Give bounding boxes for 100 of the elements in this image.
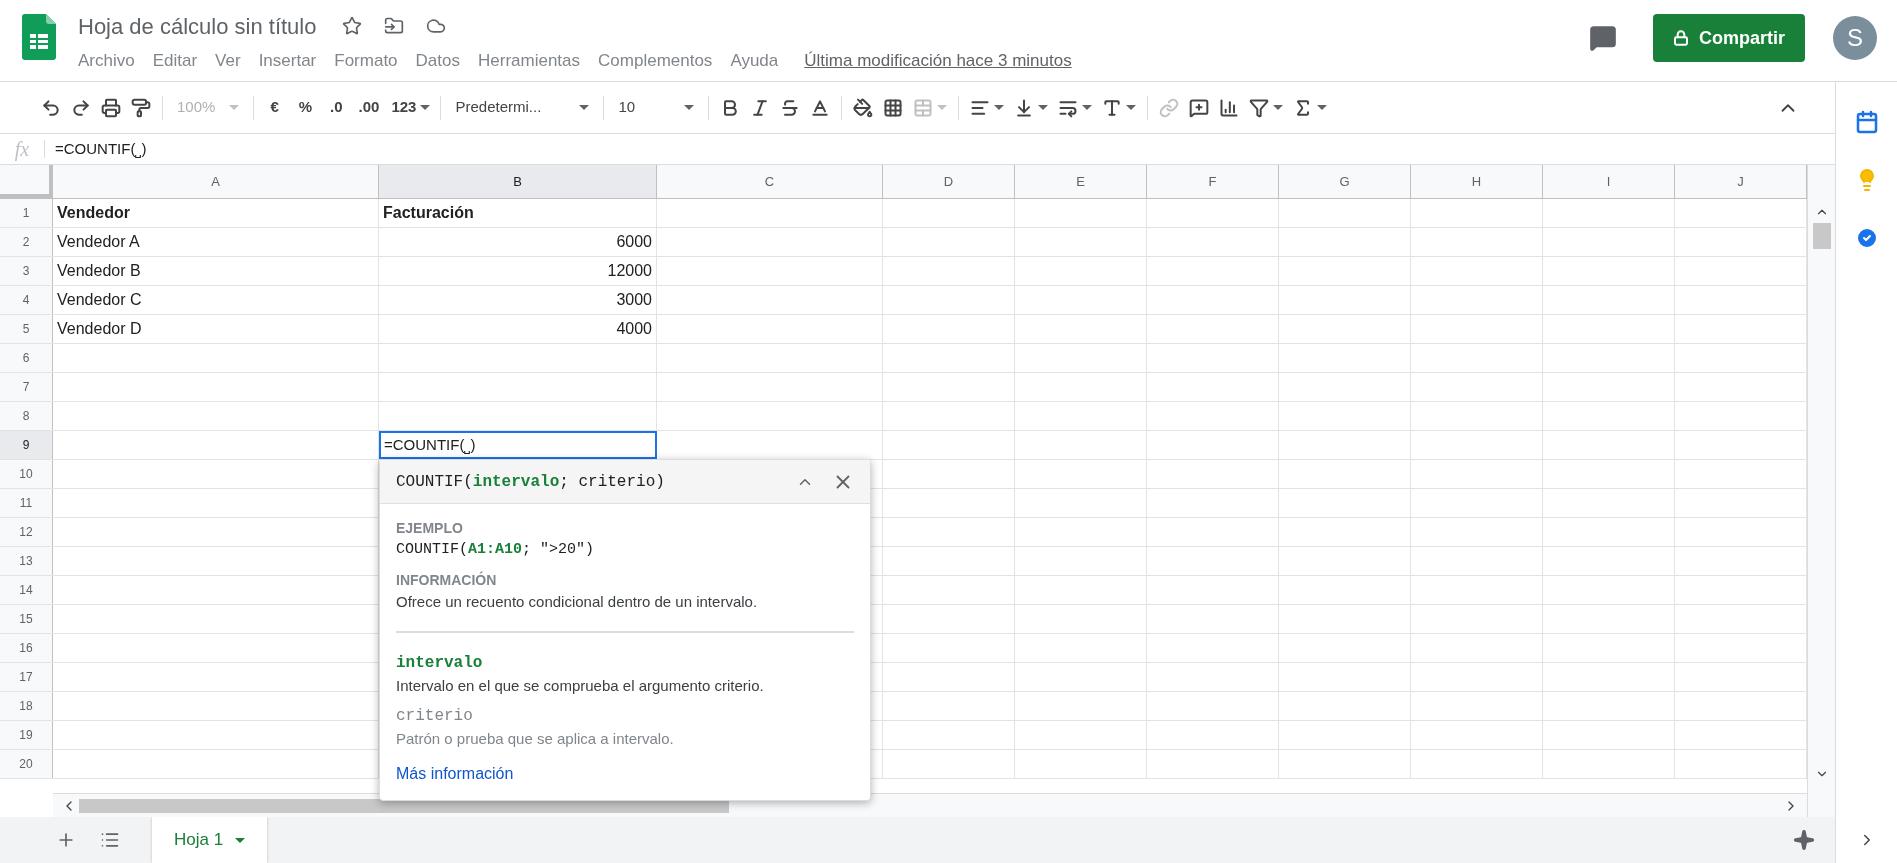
all-sheets-icon[interactable]: [100, 830, 120, 850]
sheet-tab[interactable]: Hoja 1: [152, 817, 268, 863]
star-icon[interactable]: [342, 16, 363, 36]
caret-icon[interactable]: [1082, 105, 1093, 110]
row-header[interactable]: 4: [0, 286, 53, 314]
document-title[interactable]: Hoja de cálculo sin título: [78, 9, 317, 43]
example-formula: COUNTIF(A1:A10; ">20"): [396, 540, 596, 560]
undo-icon[interactable]: [41, 97, 61, 118]
font-size-dropdown[interactable]: 10: [610, 96, 703, 119]
decrease-decimals-button[interactable]: .0: [322, 96, 351, 119]
row-header[interactable]: 13: [0, 547, 53, 575]
chart-icon[interactable]: [1219, 97, 1240, 118]
text-color-icon[interactable]: [810, 97, 831, 118]
cell-editor[interactable]: =COUNTIF(⎵): [379, 431, 657, 459]
column-header[interactable]: C: [657, 165, 883, 198]
row-header[interactable]: 3: [0, 257, 53, 285]
explore-icon[interactable]: [1793, 829, 1815, 851]
cloud-icon[interactable]: [426, 16, 447, 36]
user-avatar[interactable]: S: [1833, 16, 1877, 60]
row-header[interactable]: 6: [0, 344, 53, 372]
more-info-link[interactable]: Más información: [396, 762, 514, 786]
table-cell: 12000: [379, 257, 657, 285]
caret-icon[interactable]: [1038, 105, 1049, 110]
scrollbar-thumb[interactable]: [1812, 223, 1831, 249]
row-header[interactable]: 1: [0, 199, 53, 227]
paint-format-icon[interactable]: [131, 97, 151, 118]
vertical-scrollbar[interactable]: [1807, 165, 1835, 817]
number-format-dropdown[interactable]: 123: [387, 96, 435, 119]
fill-color-icon[interactable]: [853, 97, 874, 118]
column-header[interactable]: D: [883, 165, 1015, 198]
table-cell: Vendedor A: [53, 228, 379, 256]
column-header[interactable]: I: [1543, 165, 1675, 198]
table-cell: 6000: [379, 228, 657, 256]
function-signature: COUNTIF(intervalo; criterio): [396, 471, 665, 493]
row-header[interactable]: 17: [0, 663, 53, 691]
section-heading: EJEMPLO: [396, 519, 464, 538]
section-heading: INFORMACIÓN: [396, 570, 498, 590]
row-header[interactable]: 19: [0, 721, 53, 749]
lock-icon: [1673, 30, 1689, 46]
row-header[interactable]: 5: [0, 315, 53, 343]
row-header[interactable]: 14: [0, 576, 53, 604]
table-cell: Vendedor D: [53, 315, 379, 343]
caret-icon[interactable]: [994, 105, 1005, 110]
row-header[interactable]: 8: [0, 402, 53, 430]
row-header[interactable]: 11: [0, 489, 53, 517]
menu-item[interactable]: Editar: [152, 48, 198, 74]
column-header[interactable]: E: [1015, 165, 1147, 198]
caret-icon[interactable]: [235, 837, 246, 843]
caret-icon[interactable]: [1317, 105, 1328, 110]
calendar-icon[interactable]: [1854, 110, 1879, 134]
function-description: Ofrece un recuento condicional dentro de un intervalo.: [396, 591, 759, 612]
menu-item[interactable]: Ayuda: [730, 48, 779, 74]
menu-item[interactable]: Complementos: [598, 48, 713, 74]
menu-item[interactable]: Herramientas: [478, 48, 581, 74]
menu-item[interactable]: Ver: [215, 48, 241, 74]
argument-name: intervalo: [396, 653, 484, 674]
share-button[interactable]: Compartir: [1653, 14, 1805, 62]
formula-input[interactable]: =COUNTIF(⎵): [55, 137, 147, 161]
spreadsheet-logo-icon[interactable]: [22, 14, 56, 60]
row-header[interactable]: 2: [0, 228, 53, 256]
borders-icon[interactable]: [883, 97, 904, 118]
menu-item[interactable]: Formato: [334, 48, 398, 74]
increase-decimals-button[interactable]: .00: [350, 96, 388, 119]
row-header[interactable]: 18: [0, 692, 53, 720]
row-header[interactable]: 15: [0, 605, 53, 633]
percent-button[interactable]: %: [288, 96, 323, 119]
argument-name: criterio: [396, 705, 474, 727]
folder-icon[interactable]: [384, 16, 405, 36]
menu-item[interactable]: Datos: [415, 48, 460, 74]
caret-icon[interactable]: [1126, 105, 1137, 110]
add-comment-icon[interactable]: [1189, 97, 1210, 118]
column-header[interactable]: B: [379, 165, 657, 198]
row-header[interactable]: 16: [0, 634, 53, 662]
print-icon[interactable]: [101, 97, 121, 118]
row-header[interactable]: 7: [0, 373, 53, 401]
column-header[interactable]: H: [1411, 165, 1543, 198]
caret-icon[interactable]: [420, 105, 431, 110]
caret-icon[interactable]: [579, 105, 590, 110]
column-header[interactable]: G: [1279, 165, 1411, 198]
row-header[interactable]: 10: [0, 460, 53, 488]
row-header[interactable]: 12: [0, 518, 53, 546]
caret-icon[interactable]: [1273, 105, 1284, 110]
redo-icon[interactable]: [71, 97, 91, 118]
menu-item[interactable]: Insertar: [258, 48, 317, 74]
argument-description: Patrón o prueba que se aplica a intervalo.: [396, 728, 675, 749]
last-modified-link[interactable]: Última modificación hace 3 minutos: [804, 48, 1072, 74]
column-header[interactable]: F: [1147, 165, 1279, 198]
horizontal-scrollbar[interactable]: [53, 793, 1807, 817]
row-header[interactable]: 20: [0, 750, 53, 778]
table-cell: 4000: [379, 315, 657, 343]
comments-icon[interactable]: [1589, 24, 1617, 52]
currency-button[interactable]: €: [260, 96, 289, 119]
caret-icon[interactable]: [684, 105, 695, 110]
menu-item[interactable]: Archivo: [78, 48, 135, 74]
row-header[interactable]: 9: [0, 431, 53, 459]
filter-icon[interactable]: [1249, 97, 1270, 118]
argument-description: Intervalo en el que se comprueba el argumento criterio.: [396, 676, 765, 696]
font-dropdown[interactable]: Predetermi...: [447, 96, 598, 119]
merge-cells-icon[interactable]: [913, 97, 934, 118]
table-cell: Vendedor C: [53, 286, 379, 314]
